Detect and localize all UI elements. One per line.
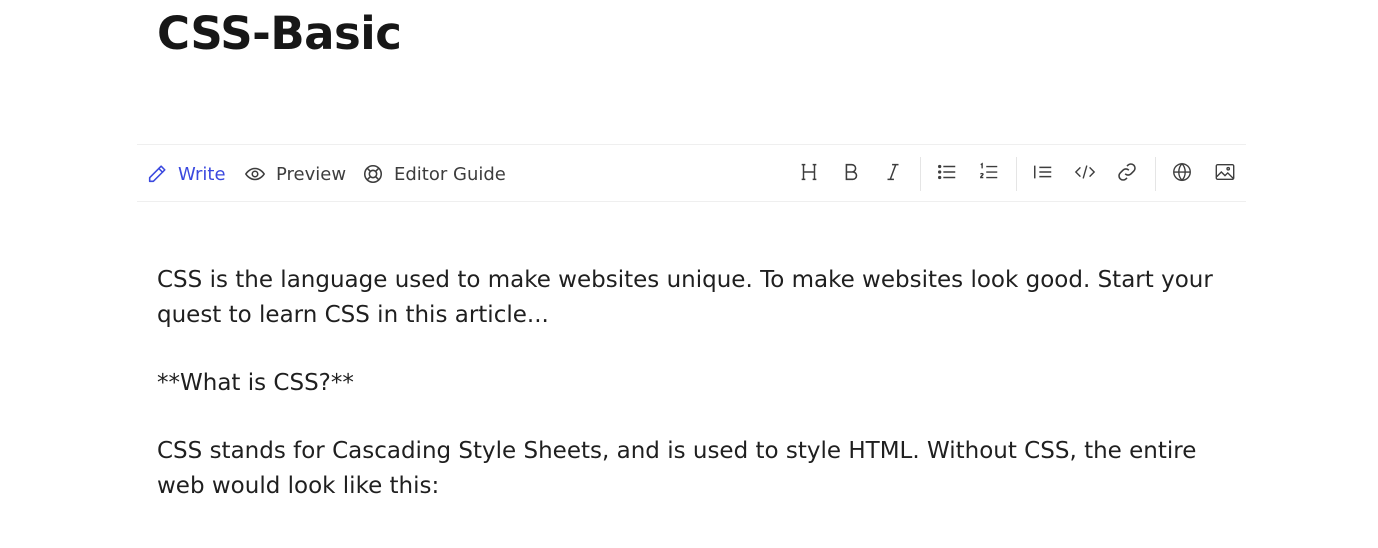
pencil-icon xyxy=(146,163,168,185)
editor-page: CSS-Basic Write Preview Editor Guide CSS… xyxy=(0,0,1378,548)
bold-button[interactable] xyxy=(836,159,866,189)
code-button[interactable] xyxy=(1070,159,1100,189)
post-title[interactable]: CSS-Basic xyxy=(157,6,402,62)
tab-write-label: Write xyxy=(178,163,226,185)
italic-button[interactable] xyxy=(878,159,908,189)
numbered-list-icon xyxy=(978,161,1000,187)
tab-preview-label: Preview xyxy=(276,163,347,185)
link-button[interactable] xyxy=(1112,159,1142,189)
numbered-list-button[interactable] xyxy=(974,159,1004,189)
heading-icon xyxy=(798,161,820,187)
italic-icon xyxy=(882,161,904,187)
tab-write[interactable]: Write xyxy=(146,145,226,203)
embed-button[interactable] xyxy=(1167,159,1197,189)
lifebuoy-icon xyxy=(362,163,384,185)
toolbar-divider xyxy=(920,157,921,191)
paragraph: **What is CSS?** xyxy=(157,370,354,396)
quote-icon xyxy=(1032,161,1054,187)
bulleted-list-icon xyxy=(936,161,958,187)
globe-icon xyxy=(1171,161,1193,187)
code-icon xyxy=(1074,161,1096,187)
paragraph: CSS is the language used to make website… xyxy=(157,267,1213,328)
toolbar-divider xyxy=(1016,157,1017,191)
bulleted-list-button[interactable] xyxy=(932,159,962,189)
link-icon xyxy=(1116,161,1138,187)
tab-preview[interactable]: Preview xyxy=(244,145,346,203)
image-icon xyxy=(1214,161,1236,187)
toolbar-divider xyxy=(1155,157,1156,191)
tab-editor-guide[interactable]: Editor Guide xyxy=(362,145,506,203)
image-button[interactable] xyxy=(1210,159,1240,189)
editor-toolbar: Write Preview Editor Guide xyxy=(137,144,1246,202)
paragraph: CSS stands for Cascading Style Sheets, a… xyxy=(157,438,1197,499)
markdown-editor[interactable]: CSS is the language used to make website… xyxy=(157,263,1217,537)
eye-icon xyxy=(244,163,266,185)
quote-button[interactable] xyxy=(1028,159,1058,189)
tab-editor-guide-label: Editor Guide xyxy=(394,163,506,185)
bold-icon xyxy=(840,161,862,187)
heading-button[interactable] xyxy=(794,159,824,189)
